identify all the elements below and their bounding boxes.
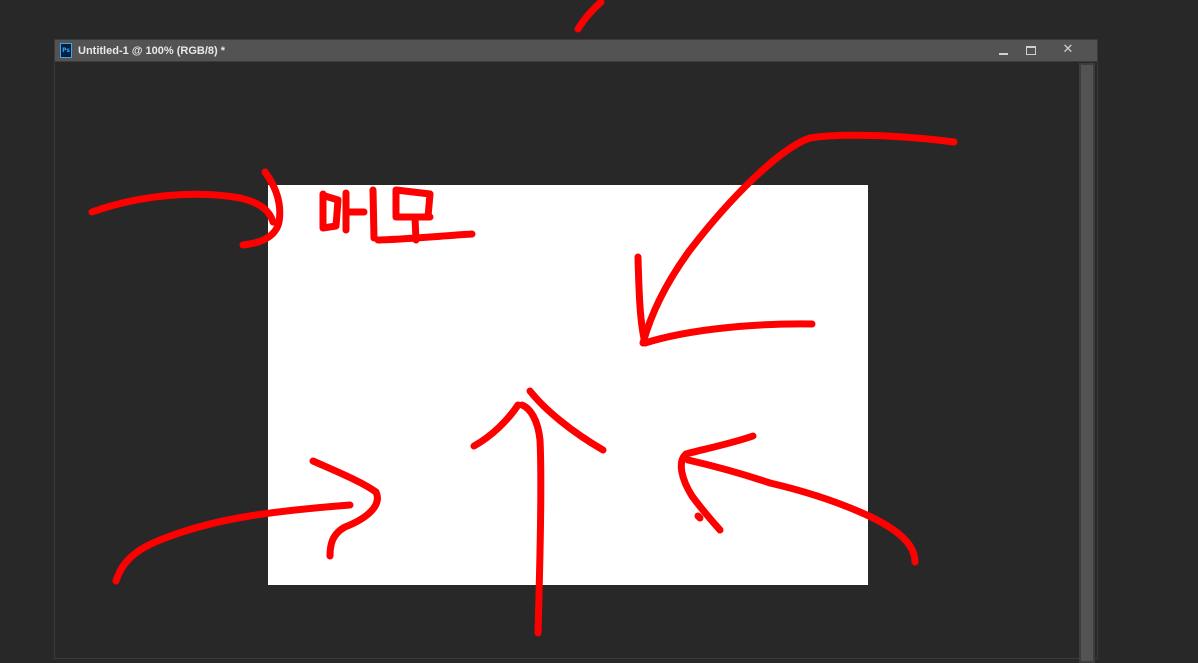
document-canvas[interactable] <box>268 185 868 585</box>
maximize-icon <box>1026 46 1036 55</box>
document-title: Untitled-1 @ 100% (RGB/8) * <box>78 45 226 57</box>
workspace: Ps Untitled-1 @ 100% (RGB/8) * ✕ <box>0 0 1198 663</box>
document-tab-titlebar[interactable]: Ps Untitled-1 @ 100% (RGB/8) * ✕ <box>55 40 1097 62</box>
minimize-button[interactable] <box>990 41 1016 59</box>
close-icon: ✕ <box>1062 42 1074 57</box>
stray-stroke <box>574 0 605 33</box>
vertical-scrollbar[interactable] <box>1079 63 1095 663</box>
minimize-icon <box>998 52 1008 55</box>
scrollbar-thumb[interactable] <box>1081 65 1093 661</box>
maximize-button[interactable] <box>1018 41 1044 59</box>
close-button[interactable]: ✕ <box>1055 41 1081 59</box>
photoshop-app-icon: Ps <box>60 43 72 58</box>
